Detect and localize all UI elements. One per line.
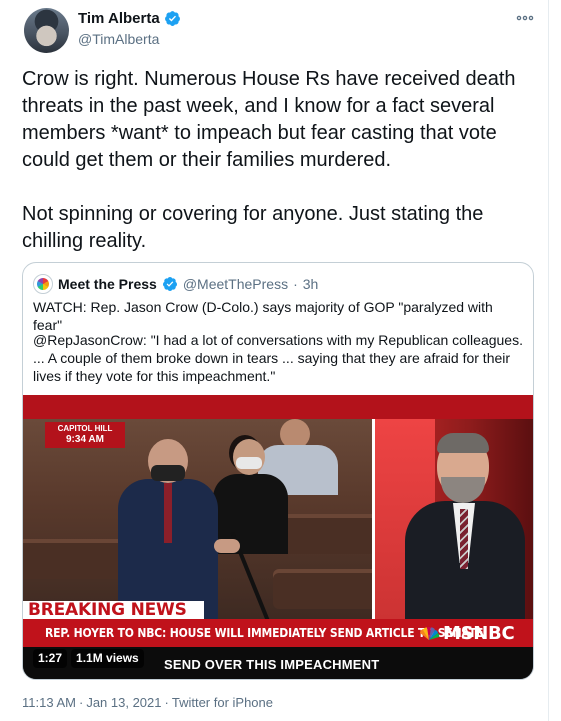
verified-badge-icon xyxy=(164,11,180,26)
news-banner: REP. HOYER TO NBC: HOUSE WILL IMMEDIATEL… xyxy=(23,619,533,647)
author-name[interactable]: Tim Alberta xyxy=(78,10,160,27)
quoted-text-body: @RepJasonCrow: "I had a lot of conversat… xyxy=(33,332,523,384)
tweet-text: Crow is right. Numerous House Rs have re… xyxy=(22,68,516,252)
speaker xyxy=(118,439,240,619)
video-badges: 1:27 1.1M views xyxy=(33,649,144,668)
location-tag: CAPITOL HILL 9:34 AM xyxy=(45,422,125,448)
meta-separator-2: · xyxy=(164,695,169,710)
video-anchor-scene xyxy=(375,419,533,619)
peacock-icon xyxy=(420,626,440,640)
author-handle[interactable]: @TimAlberta xyxy=(78,31,159,47)
quoted-header: Meet the Press @MeetThePress · 3h xyxy=(33,274,318,294)
meta-separator-1: · xyxy=(78,695,84,710)
video-caption: SEND OVER THIS IMPEACHMENT xyxy=(164,657,380,672)
quoted-verified-badge-icon xyxy=(162,277,177,291)
network-name: MSNBC xyxy=(443,623,515,644)
quoted-separator: · xyxy=(293,276,298,292)
quoted-time: 3h xyxy=(302,276,319,292)
video-house-floor-scene xyxy=(23,419,372,619)
tweet-time[interactable]: 11:13 AM xyxy=(22,695,76,710)
more-horizontal-icon[interactable] xyxy=(516,10,534,26)
location-time: 9:34 AM xyxy=(66,434,104,445)
breaking-news-label: BREAKING NEWS xyxy=(23,601,204,619)
tweet-meta: 11:13 AM · Jan 13, 2021 · Twitter for iP… xyxy=(22,695,273,710)
quoted-text-headline: WATCH: Rep. Jason Crow (D-Colo.) says ma… xyxy=(33,299,493,333)
video-views: 1.1M views xyxy=(71,649,144,668)
more-dots-icon xyxy=(516,15,534,21)
tweet-source[interactable]: Twitter for iPhone xyxy=(172,695,273,710)
location-name: CAPITOL HILL xyxy=(57,424,113,433)
author-name-row: Tim Alberta xyxy=(78,10,181,27)
video-top-bar xyxy=(23,395,533,419)
quoted-avatar xyxy=(33,274,53,294)
quoted-tweet[interactable]: Meet the Press @MeetThePress · 3h WATCH:… xyxy=(22,262,534,680)
quoted-author-name: Meet the Press xyxy=(58,276,157,292)
tweet-date[interactable]: Jan 13, 2021 xyxy=(86,695,161,710)
video-player[interactable]: CAPITOL HILL 9:34 AM BREAKING NEWS REP. … xyxy=(23,395,533,679)
author-avatar[interactable] xyxy=(24,8,69,53)
video-duration: 1:27 xyxy=(33,649,68,668)
network-logo: MSNBC xyxy=(418,623,515,644)
quoted-author-handle: @MeetThePress xyxy=(182,276,289,292)
tweet-card: Tim Alberta @TimAlberta Crow is right. N… xyxy=(0,0,549,721)
